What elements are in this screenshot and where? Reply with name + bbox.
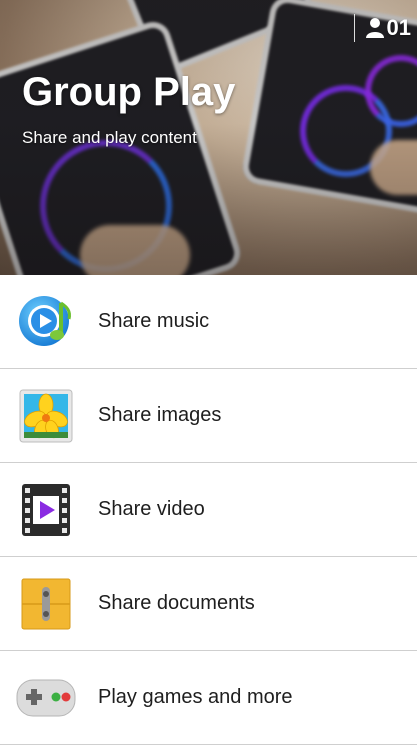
share-music-item[interactable]: Share music xyxy=(0,275,417,369)
share-music-label: Share music xyxy=(98,310,210,332)
video-icon xyxy=(16,480,76,540)
header-banner: Group Play Share and play content 01 xyxy=(0,0,417,275)
music-icon xyxy=(16,292,76,352)
gamepad-icon xyxy=(16,668,76,728)
share-images-label: Share images xyxy=(98,404,222,426)
participant-count: 01 xyxy=(386,15,411,40)
documents-icon xyxy=(16,574,76,634)
share-video-item[interactable]: Share video xyxy=(0,463,417,557)
share-images-item[interactable]: Share images xyxy=(0,369,417,463)
person-icon xyxy=(365,18,384,38)
share-documents-label: Share documents xyxy=(98,592,255,614)
share-menu-list: Share music Share images Share video Sha… xyxy=(0,275,417,745)
app-title: Group Play xyxy=(22,70,236,114)
app-subtitle: Share and play content xyxy=(22,128,197,147)
share-documents-item[interactable]: Share documents xyxy=(0,557,417,651)
play-games-item[interactable]: Play games and more xyxy=(0,651,417,745)
image-icon xyxy=(16,386,76,446)
play-games-label: Play games and more xyxy=(98,686,293,708)
share-video-label: Share video xyxy=(98,498,205,520)
participant-counter[interactable]: 01 xyxy=(353,14,411,42)
